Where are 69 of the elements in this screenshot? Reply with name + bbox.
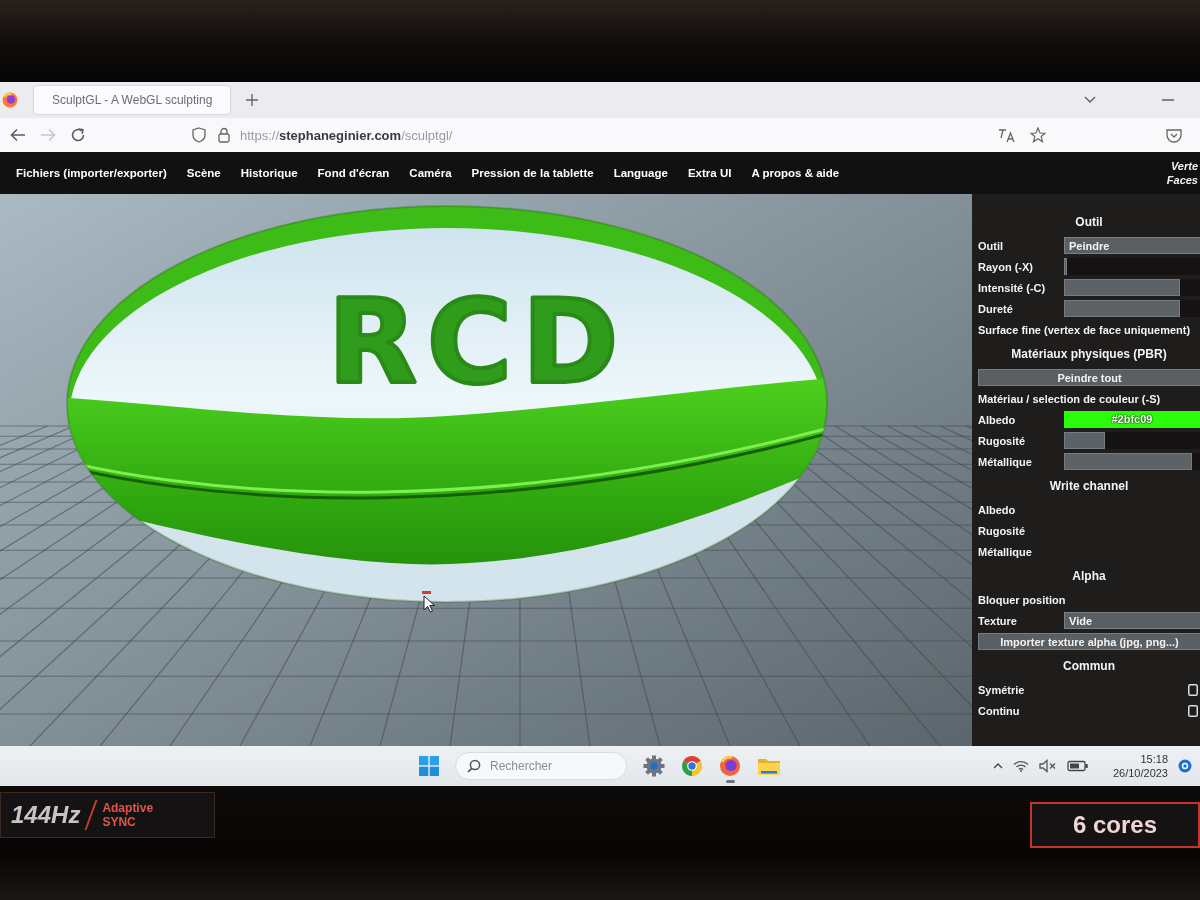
tiles-icon[interactable] (419, 756, 439, 776)
menu-item[interactable]: Pression de la tablette (463, 164, 602, 182)
folder-icon[interactable] (757, 756, 781, 776)
option-label: Continu (978, 704, 1020, 717)
field-label: Dureté (978, 302, 1014, 315)
star-icon[interactable] (1030, 127, 1046, 143)
option-label: Surface fine (vertex de face uniquement) (978, 323, 1191, 336)
pocket-icon[interactable] (1166, 127, 1182, 143)
dropdown[interactable]: Peindre (1064, 237, 1200, 254)
field-label: Texture (978, 614, 1018, 627)
browser-tab[interactable]: SculptGL - A WebGL sculpting (34, 86, 230, 114)
field-label: Rugosité (978, 434, 1027, 447)
menu-item[interactable]: Historique (232, 164, 306, 182)
field-label: Rayon (-X) (978, 260, 1034, 273)
section-title: Alpha (1071, 567, 1107, 585)
translate-icon[interactable] (998, 127, 1016, 143)
chevron-up-icon[interactable] (992, 763, 1003, 769)
gear-icon[interactable] (643, 755, 665, 777)
menu-item[interactable]: A propos & aide (743, 164, 848, 182)
sticker-text: 144Hz (11, 801, 81, 829)
wifi-icon[interactable] (1012, 760, 1029, 772)
option-label: Métallique (978, 545, 1032, 558)
menu-item[interactable]: Caméra (401, 164, 460, 182)
sticker-text: 6 cores (1072, 811, 1158, 839)
field-label: Intensité (-C) (978, 281, 1047, 294)
section-title: Commun (1062, 657, 1116, 675)
checkbox[interactable] (1188, 704, 1198, 717)
field-label: Albedo (978, 413, 1017, 426)
panel-button[interactable]: Peindre tout (978, 369, 1200, 386)
plus-icon[interactable] (246, 94, 258, 106)
dropdown[interactable]: Vide (1064, 612, 1200, 629)
stats-label: Faces (1166, 173, 1198, 187)
menu-item[interactable]: Fond d'écran (309, 164, 398, 182)
section-title: Matériaux physiques (PBR) (1010, 345, 1168, 363)
browser-icon[interactable] (719, 755, 741, 777)
shield-icon[interactable] (192, 127, 206, 143)
field-label: Outil (978, 239, 1005, 252)
muted-speaker-icon[interactable] (1038, 759, 1057, 773)
chevron-down-icon[interactable] (1084, 96, 1096, 104)
field-label: Métallique (978, 455, 1033, 468)
menu-item[interactable]: Fichiers (importer/exporter) (8, 164, 175, 182)
ball-lettering: RCD (327, 274, 629, 409)
search-field[interactable]: Rechercher (455, 752, 627, 780)
slider[interactable] (1064, 258, 1200, 275)
lock-icon[interactable] (218, 127, 230, 143)
checkbox[interactable] (1188, 683, 1198, 696)
section-title: Outil (1074, 213, 1104, 231)
back-icon[interactable] (10, 128, 26, 142)
option-label: Bloquer position (978, 593, 1066, 606)
reload-icon[interactable] (70, 127, 86, 143)
panel-button[interactable]: Importer texture alpha (jpg, png...) (978, 633, 1200, 650)
section-title: Write channel (1048, 477, 1130, 495)
clock-date: 26/10/2023 (1112, 766, 1168, 780)
option-label: Symétrie (978, 683, 1025, 696)
stats-label: Verte (1170, 159, 1198, 173)
sticker-text: Adaptive SYNC (102, 801, 155, 829)
notification-icon[interactable] (1178, 759, 1192, 773)
menu-item[interactable]: Language (605, 164, 676, 182)
option-label: Matériau / selection de couleur (-S) (978, 392, 1161, 405)
menu-item[interactable]: Extra UI (679, 164, 740, 182)
menu-item[interactable]: Scène (178, 164, 229, 182)
slider[interactable] (1064, 432, 1200, 449)
battery-icon[interactable] (1066, 760, 1089, 772)
browser-icon[interactable] (681, 755, 703, 777)
option-label: Rugosité (978, 524, 1026, 537)
browser-logo-icon[interactable] (2, 92, 18, 108)
cursor-icon (422, 591, 435, 613)
option-label: Albedo (978, 503, 1016, 516)
clock-time: 15:18 (1140, 752, 1168, 766)
